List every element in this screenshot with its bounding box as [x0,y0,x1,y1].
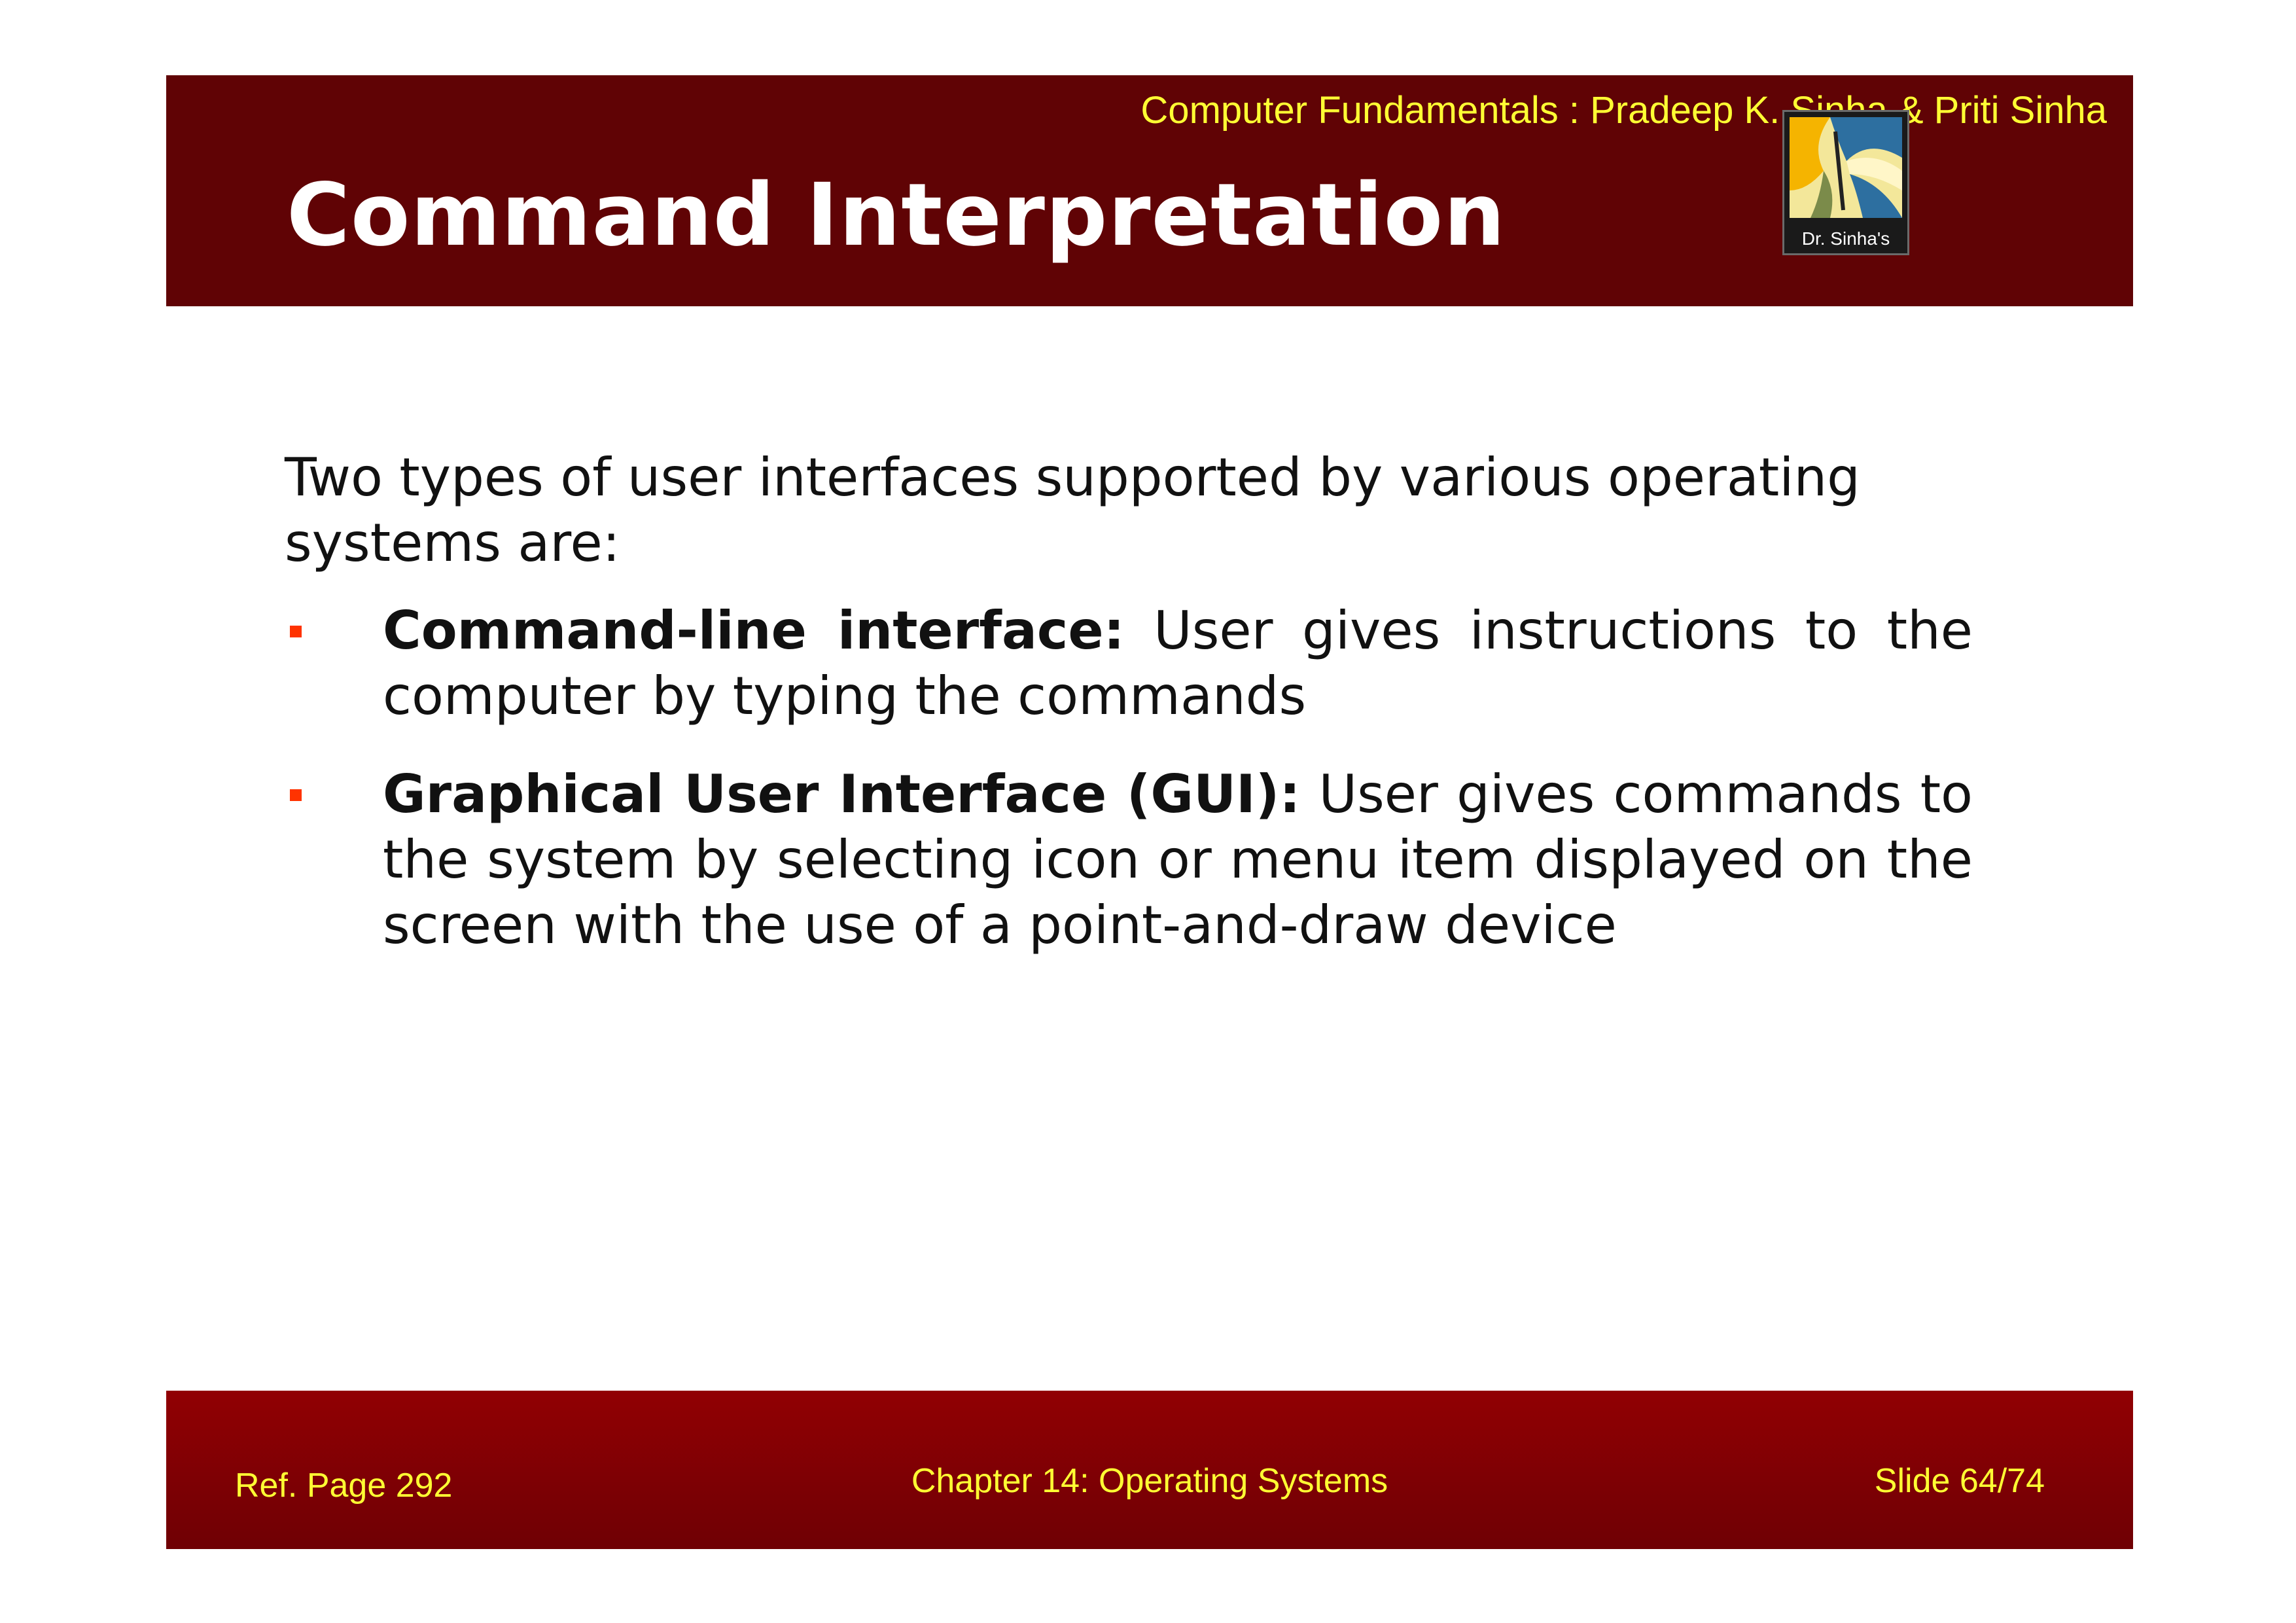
slide-number: Slide 64/74 [1874,1462,2045,1500]
book-credit: Computer Fundamentals : Pradeep K. Sinha… [1140,89,2107,132]
bullet-term: Command-line interface: [383,600,1125,661]
slide-footer: Ref. Page 292 Chapter 14: Operating Syst… [166,1391,2133,1549]
bullet-item: Command-line interface: User gives instr… [285,598,1973,729]
slide-body: Two types of user interfaces supported b… [285,445,1973,991]
logo-caption: Dr. Sinha's [1801,228,1890,249]
bullet-item: Graphical User Interface (GUI): User giv… [285,762,1973,958]
slide-title: Command Interpretation [287,165,1506,266]
square-bullet-icon [290,789,302,801]
bullet-term: Graphical User Interface (GUI): [383,764,1301,825]
square-bullet-icon [290,626,302,637]
chapter-title: Chapter 14: Operating Systems [911,1462,1388,1500]
logo-emblem-icon [1790,117,1902,218]
intro-paragraph: Two types of user interfaces supported b… [285,447,1860,573]
dr-sinhas-logo: Dr. Sinha's [1782,110,1909,255]
